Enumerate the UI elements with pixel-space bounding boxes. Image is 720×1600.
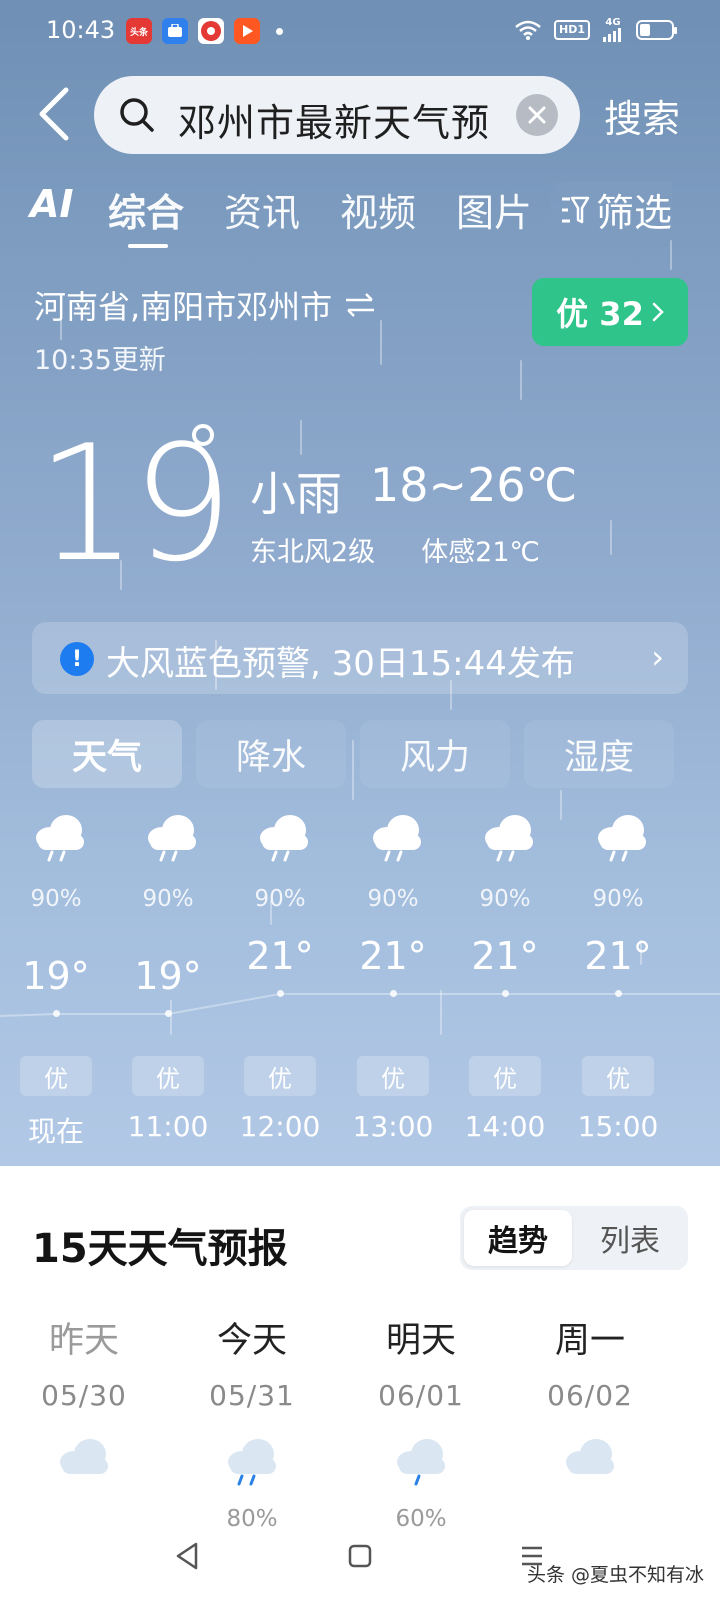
forecast-day-date: 05/31: [209, 1379, 295, 1412]
hourly-temperature: 19°: [22, 954, 90, 998]
light-rain-cloud-icon: [590, 808, 654, 868]
nav-back-icon[interactable]: [168, 1536, 208, 1576]
watermark: 头条 @夏虫不知有冰: [526, 1564, 704, 1586]
light-rain-cloud-icon: [477, 808, 541, 868]
hourly-temperature: 21°: [246, 934, 314, 978]
hourly-air-quality: 优: [357, 1056, 429, 1096]
hourly-temperature: 21°: [359, 934, 427, 978]
forecast-day-name: 周一: [554, 1321, 625, 1361]
hourly-precipitation: 90%: [592, 886, 644, 912]
hourly-precipitation: 90%: [367, 886, 419, 912]
light-rain-cloud-icon: [389, 1432, 453, 1488]
cloud-icon: [52, 1432, 116, 1488]
hourly-time: 12:00: [239, 1110, 321, 1143]
hourly-time: 11:00: [127, 1110, 209, 1143]
forecast-day[interactable]: 昨天 05/30: [4, 1312, 164, 1474]
hourly-air-quality: 优: [20, 1056, 92, 1096]
forecast-day[interactable]: 周一 06/02: [510, 1312, 670, 1474]
nav-home-icon[interactable]: [340, 1536, 380, 1576]
forecast-title: 15天天气预报: [32, 1226, 288, 1272]
temperature-point: [53, 1010, 60, 1017]
view-toggle: 趋势 列表: [460, 1206, 688, 1270]
hourly-item[interactable]: 90% 19° 优现在: [6, 808, 106, 1148]
hourly-item[interactable]: 90% 19° 优 11:00: [118, 808, 218, 1148]
forecast-day[interactable]: 明天 06/01 60%: [341, 1312, 501, 1532]
rain-cloud-icon: [220, 1432, 284, 1488]
temperature-point: [502, 990, 509, 997]
hourly-item[interactable]: 90% 21° 优 12:00: [230, 808, 330, 1148]
hourly-air-quality: 优: [244, 1056, 316, 1096]
toggle-list[interactable]: 列表: [576, 1210, 684, 1266]
toggle-trend[interactable]: 趋势: [464, 1210, 572, 1266]
hourly-temperature: 21°: [471, 934, 539, 978]
forecast-day-date: 05/30: [41, 1379, 127, 1412]
hourly-precipitation: 90%: [254, 886, 306, 912]
light-rain-cloud-icon: [365, 808, 429, 868]
forecast-day-date: 06/01: [378, 1379, 464, 1412]
forecast-day-name: 明天: [385, 1321, 456, 1361]
temperature-point: [277, 990, 284, 997]
temperature-point: [165, 1010, 172, 1017]
hourly-item[interactable]: 90% 21° 优 14:00: [455, 808, 555, 1148]
temperature-point: [390, 990, 397, 997]
forecast-day[interactable]: 今天 05/31 80%: [172, 1312, 332, 1532]
hourly-air-quality: 优: [132, 1056, 204, 1096]
hourly-air-quality: 优: [469, 1056, 541, 1096]
cloud-icon: [558, 1432, 622, 1488]
hourly-item[interactable]: 90% 21° 优 13:00: [343, 808, 443, 1148]
hourly-precipitation: 90%: [142, 886, 194, 912]
hourly-temperature: 21°: [584, 934, 652, 978]
hourly-air-quality: 优: [582, 1056, 654, 1096]
hourly-time: 15:00: [577, 1110, 659, 1143]
light-rain-cloud-icon: [140, 808, 204, 868]
hourly-precipitation: 90%: [479, 886, 531, 912]
hourly-time: 14:00: [464, 1110, 546, 1143]
forecast-day-name: 昨天: [48, 1321, 119, 1361]
forecast-day-date: 06/02: [547, 1379, 633, 1412]
hourly-time: 13:00: [352, 1110, 434, 1143]
light-rain-cloud-icon: [28, 808, 92, 868]
hourly-precipitation: 90%: [30, 886, 82, 912]
temperature-point: [615, 990, 622, 997]
hourly-item[interactable]: 90% 21° 优 15:00: [568, 808, 668, 1148]
forecast-day-name: 今天: [216, 1321, 287, 1361]
light-rain-cloud-icon: [252, 808, 316, 868]
hourly-time: 现在: [27, 1115, 84, 1148]
hourly-temperature: 19°: [134, 954, 202, 998]
